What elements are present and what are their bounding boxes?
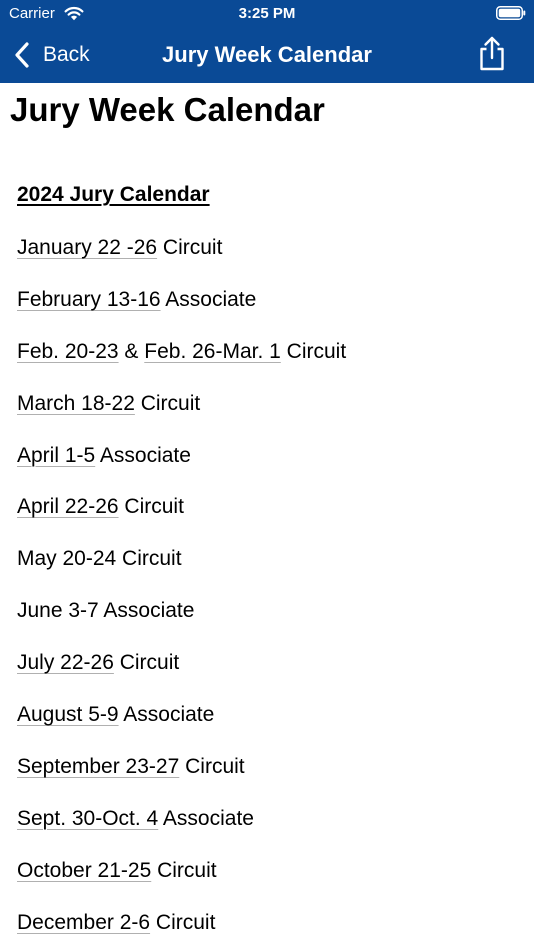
calendar-entry-text: Circuit — [150, 910, 216, 934]
calendar-heading[interactable]: 2024 Jury Calendar — [17, 181, 210, 209]
calendar-entry: June 3-7 Associate — [17, 597, 346, 649]
calendar-entry-text: May 20-24 Circuit — [17, 547, 182, 571]
calendar-entry: May 20-24 Circuit — [17, 545, 346, 597]
calendar-date-link[interactable]: February 13-16 — [17, 288, 161, 311]
calendar-entry: Feb. 20-23 & Feb. 26-Mar. 1 Circuit — [17, 338, 346, 390]
calendar-date-link[interactable]: Sept. 30-Oct. 4 — [17, 807, 158, 830]
calendar-entry: Sept. 30-Oct. 4 Associate — [17, 805, 346, 857]
calendar-entry: February 13-16 Associate — [17, 286, 346, 338]
calendar-entry-text: & — [118, 339, 145, 363]
calendar-entry-text: Circuit — [118, 495, 184, 519]
calendar-date-link[interactable]: Feb. 20-23 — [17, 340, 119, 363]
calendar-entry: January 22 -26 Circuit — [17, 234, 346, 286]
calendar-entry: September 23-27 Circuit — [17, 753, 346, 805]
calendar-entry-text: Associate — [118, 703, 215, 727]
page-title: Jury Week Calendar — [10, 91, 325, 128]
battery-icon — [496, 6, 526, 20]
calendar-entry: October 21-25 Circuit — [17, 857, 346, 909]
calendar-date-link[interactable]: January 22 -26 — [17, 236, 157, 259]
calendar-entry-text: Circuit — [151, 858, 217, 882]
calendar-entry-text: Associate — [95, 443, 191, 467]
calendar-entry-text: Associate — [160, 287, 257, 311]
calendar-entry-text: Circuit — [157, 236, 223, 259]
calendar-date-link[interactable]: October 21-25 — [17, 859, 151, 882]
calendar-entry-text: Circuit — [179, 754, 245, 778]
calendar-entry-text: Associate — [158, 806, 254, 830]
calendar-date-link[interactable]: September 23-27 — [17, 755, 179, 778]
page-content: Jury Week Calendar 2024 Jury Calendar Ja… — [0, 83, 534, 950]
share-icon[interactable] — [476, 36, 508, 72]
calendar-entry-text: Circuit — [280, 339, 347, 363]
calendar-date-link[interactable]: August 5-9 — [17, 703, 119, 726]
calendar-entry: July 22-26 Circuit — [17, 649, 346, 701]
navigation-bar: Carrier 3:25 PM Back Jury Week Calendar — [0, 0, 534, 83]
calendar-list: January 22 -26 Circuit February 13-16 Ass… — [17, 234, 346, 950]
status-time: 3:25 PM — [238, 5, 296, 22]
nav-title: Jury Week Calendar — [162, 42, 372, 67]
calendar-date-link[interactable]: July 22-26 — [17, 651, 114, 674]
calendar-date-link[interactable]: December 2-6 — [17, 911, 150, 934]
calendar-entry-text: June 3-7 Associate — [17, 599, 195, 623]
calendar-entry: April 1-5 Associate — [17, 442, 346, 494]
calendar-date-link[interactable]: March 18-22 — [17, 392, 135, 415]
calendar-date-link[interactable]: April 22-26 — [17, 495, 119, 518]
calendar-entry: April 22-26 Circuit — [17, 493, 346, 545]
calendar-date-link[interactable]: April 1-5 — [17, 444, 95, 467]
calendar-entry: August 5-9 Associate — [17, 701, 346, 753]
calendar-entry: December 2-6 Circuit — [17, 909, 346, 950]
calendar-entry-text: Circuit — [113, 651, 180, 675]
calendar-entry: March 18-22 Circuit — [17, 390, 346, 442]
calendar-entry-text: Circuit — [134, 391, 201, 415]
calendar-date-link[interactable]: Feb. 26-Mar. 1 — [144, 340, 281, 363]
